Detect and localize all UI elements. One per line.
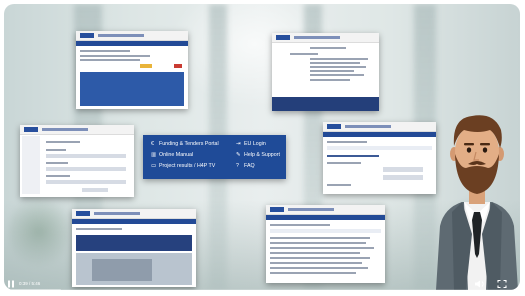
menu-item-project-results[interactable]: ▭ Project results / H4P TV bbox=[151, 163, 215, 170]
login-icon: ⇥ bbox=[236, 141, 241, 147]
progress-fill bbox=[4, 289, 61, 291]
video-frame: € Funding & Tenders Portal ▥ Online Manu… bbox=[0, 0, 525, 294]
list-screenshot-thumbnail bbox=[266, 205, 385, 283]
progress-track[interactable] bbox=[4, 289, 520, 292]
portal-links-menu: € Funding & Tenders Portal ▥ Online Manu… bbox=[143, 135, 286, 179]
playback-time: 0:39 / 5:46 bbox=[19, 281, 41, 286]
menu-item-funding-tenders-portal[interactable]: € Funding & Tenders Portal bbox=[151, 141, 219, 148]
menu-item-label: Project results / H4P TV bbox=[159, 163, 216, 169]
volume-icon[interactable] bbox=[475, 280, 484, 288]
presenter-avatar bbox=[436, 115, 518, 290]
player-controls bbox=[4, 278, 520, 291]
book-icon: ▥ bbox=[151, 152, 157, 158]
fullscreen-icon[interactable] bbox=[497, 279, 507, 289]
video-player[interactable]: € Funding & Tenders Portal ▥ Online Manu… bbox=[4, 4, 520, 290]
question-icon: ? bbox=[236, 163, 239, 169]
form-screenshot-thumbnail bbox=[20, 125, 134, 197]
menu-item-label: Funding & Tenders Portal bbox=[159, 141, 219, 147]
menu-item-online-manual[interactable]: ▥ Online Manual bbox=[151, 152, 193, 159]
menu-item-label: Help & Support bbox=[244, 152, 280, 158]
monitor-icon: ▭ bbox=[151, 163, 157, 169]
menu-item-eu-login[interactable]: ⇥ EU Login bbox=[236, 141, 266, 148]
document-screenshot-thumbnail bbox=[272, 33, 379, 111]
tv-screenshot-thumbnail bbox=[72, 209, 196, 287]
menu-item-faq[interactable]: ? FAQ bbox=[236, 163, 255, 170]
menu-item-label: FAQ bbox=[244, 163, 255, 169]
portal-screenshot-thumbnail bbox=[76, 31, 188, 109]
wrench-icon: ✎ bbox=[236, 152, 241, 158]
pause-icon[interactable] bbox=[8, 280, 14, 288]
menu-item-label: Online Manual bbox=[159, 152, 194, 158]
player-controls-overlay bbox=[4, 279, 520, 291]
euro-icon: € bbox=[151, 141, 154, 147]
application-screenshot-thumbnail bbox=[323, 122, 436, 194]
menu-item-help-support[interactable]: ✎ Help & Support bbox=[236, 152, 280, 159]
menu-item-label: EU Login bbox=[244, 141, 266, 147]
